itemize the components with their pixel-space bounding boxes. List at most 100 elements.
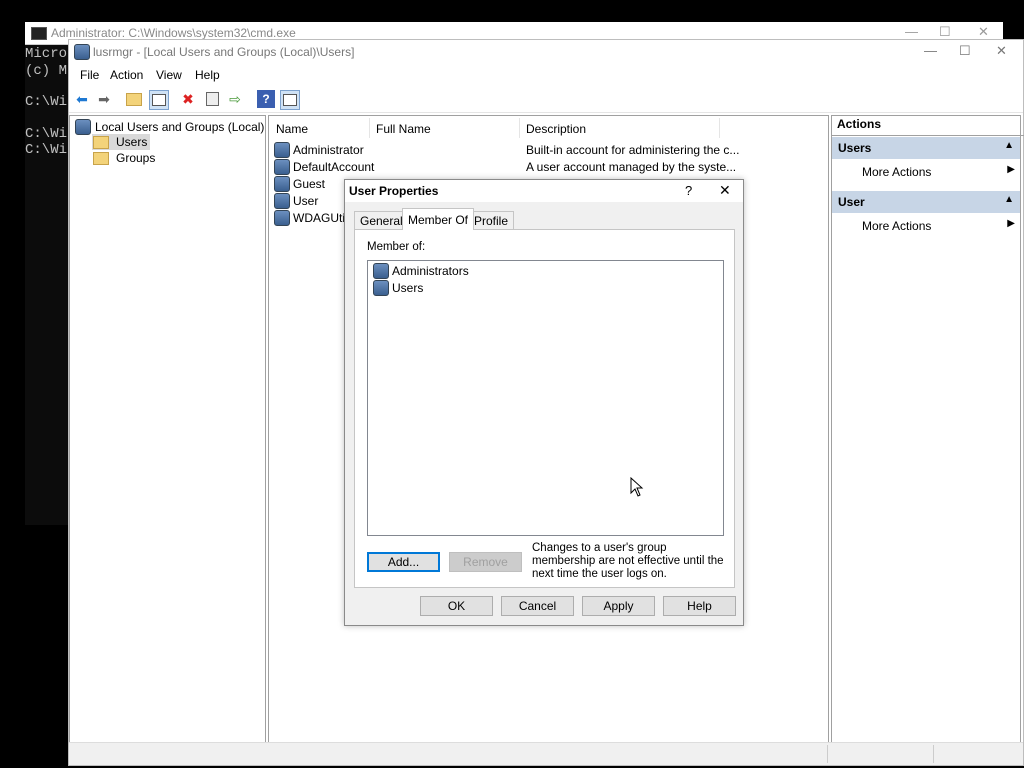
column-header-full-name[interactable]: Full Name [376, 122, 431, 136]
export-list-icon[interactable]: ⇨ [226, 90, 244, 108]
forward-icon[interactable]: ➡ [95, 90, 113, 108]
tab-label: General [360, 214, 403, 228]
group-name: Users [392, 281, 424, 295]
minimize-button[interactable]: — [924, 43, 937, 58]
table-row[interactable]: User [274, 193, 318, 209]
mouse-cursor-icon [630, 477, 644, 497]
membership-note: Changes to a user's group membership are… [532, 542, 724, 580]
cmd-line: C:\Wi [25, 126, 68, 142]
cmd-icon [31, 27, 47, 40]
tree-item-label: Groups [116, 151, 156, 165]
user-icon [274, 142, 290, 158]
show-hide-action-pane-icon[interactable] [280, 90, 300, 110]
ok-button[interactable]: OK [420, 596, 493, 616]
section-title: Users [838, 141, 872, 155]
user-icon [274, 193, 290, 209]
tree-item-label: Users [116, 135, 148, 149]
collapse-icon[interactable]: ▲ [1004, 194, 1014, 205]
delete-icon[interactable]: ✖ [179, 90, 197, 108]
actions-pane: Actions Users ▲ More Actions ▶ User ▲ Mo… [831, 115, 1024, 743]
column-header-description[interactable]: Description [526, 122, 586, 136]
user-properties-dialog: User Properties ? ✕ General Member Of Pr… [344, 179, 744, 626]
folder-icon [93, 151, 109, 165]
tab-member-of[interactable]: Member Of [402, 208, 475, 230]
menu-bar: File Action View Help [69, 64, 1023, 86]
add-button[interactable]: Add... [367, 552, 440, 572]
cancel-button[interactable]: Cancel [501, 596, 574, 616]
cmd-minimize-button[interactable]: — [905, 24, 918, 39]
more-actions-label: More Actions [862, 165, 932, 179]
actions-section-users[interactable]: Users ▲ [832, 136, 1020, 159]
list-item[interactable]: Administrators [373, 263, 469, 279]
remove-button[interactable]: Remove [449, 552, 522, 572]
cmd-line: (c) M [25, 63, 68, 79]
cmd-line: Micro [25, 46, 68, 62]
user-icon [274, 159, 290, 175]
group-name: Administrators [392, 264, 469, 278]
section-title: User [838, 195, 865, 209]
tab-general[interactable]: General [354, 211, 409, 230]
member-of-list[interactable]: Administrators Users [367, 260, 724, 536]
user-icon [274, 210, 290, 226]
list-item[interactable]: Users [373, 280, 423, 296]
properties-icon[interactable] [203, 90, 221, 108]
tree-root-label: Local Users and Groups (Local) [95, 120, 265, 134]
table-row[interactable]: Administrator [274, 142, 364, 158]
dialog-close-button[interactable]: ✕ [719, 182, 731, 199]
folder-icon [93, 135, 109, 149]
up-folder-icon[interactable] [125, 90, 143, 108]
help-button[interactable]: Help [663, 596, 736, 616]
help-icon[interactable]: ? [257, 90, 275, 108]
menu-file[interactable]: File [80, 68, 99, 82]
help-question-icon[interactable]: ? [685, 183, 692, 198]
actions-header: Actions [832, 117, 1024, 136]
maximize-button[interactable]: ☐ [959, 43, 971, 59]
submenu-arrow-icon: ▶ [1007, 164, 1015, 175]
member-of-label: Member of: [367, 241, 426, 253]
table-row[interactable]: Guest [274, 176, 325, 192]
member-of-panel: Member of: Administrators Users Add... R… [354, 229, 735, 588]
dialog-title-bar[interactable]: User Properties ? ✕ [345, 180, 743, 202]
more-actions-item[interactable]: More Actions [862, 219, 931, 233]
show-hide-tree-icon[interactable] [149, 90, 169, 110]
status-bar [69, 742, 1023, 765]
table-row[interactable]: DefaultAccount [274, 159, 374, 175]
cmd-close-button[interactable]: ✕ [978, 24, 989, 40]
user-description: Built-in account for administering the c… [526, 143, 740, 157]
tree-item-groups[interactable]: Groups [93, 151, 155, 165]
more-actions-item[interactable]: More Actions [862, 165, 931, 179]
menu-view[interactable]: View [156, 68, 182, 82]
user-name: Guest [293, 177, 326, 191]
lusrmgr-title-bar[interactable]: lusrmgr - [Local Users and Groups (Local… [69, 40, 1023, 64]
tree-pane: Local Users and Groups (Local) Users Gro… [69, 115, 266, 743]
menu-help[interactable]: Help [195, 68, 220, 82]
user-name: User [293, 194, 319, 208]
close-button[interactable]: ✕ [996, 43, 1007, 59]
menu-action[interactable]: Action [110, 68, 143, 82]
toolbar: ⬅ ➡ ✖ ⇨ ? [69, 86, 1023, 113]
cmd-maximize-button[interactable]: ☐ [939, 24, 951, 40]
submenu-arrow-icon: ▶ [1007, 218, 1015, 229]
user-name: DefaultAccount [293, 160, 375, 174]
tree-root[interactable]: Local Users and Groups (Local) [75, 119, 264, 135]
group-icon [373, 263, 389, 279]
tab-label: Member Of [408, 212, 469, 227]
users-groups-icon [75, 119, 91, 135]
window-title: lusrmgr - [Local Users and Groups (Local… [93, 45, 355, 59]
back-icon[interactable]: ⬅ [73, 90, 91, 108]
dialog-title: User Properties [349, 184, 439, 198]
apply-button[interactable]: Apply [582, 596, 655, 616]
cmd-line: C:\Wi [25, 142, 68, 158]
column-header-name[interactable]: Name [276, 122, 308, 136]
cmd-title: Administrator: C:\Windows\system32\cmd.e… [51, 26, 296, 40]
cmd-line: C:\Wi [25, 94, 68, 110]
tree-item-users[interactable]: Users [92, 134, 151, 150]
collapse-icon[interactable]: ▲ [1004, 140, 1014, 151]
group-icon [373, 280, 389, 296]
table-row[interactable]: WDAGUtilit [274, 210, 354, 226]
actions-section-user[interactable]: User ▲ [832, 190, 1020, 213]
tab-profile[interactable]: Profile [468, 211, 515, 230]
lusrmgr-app-icon [74, 44, 90, 63]
user-name: Administrator [293, 143, 364, 157]
user-icon [274, 176, 290, 192]
